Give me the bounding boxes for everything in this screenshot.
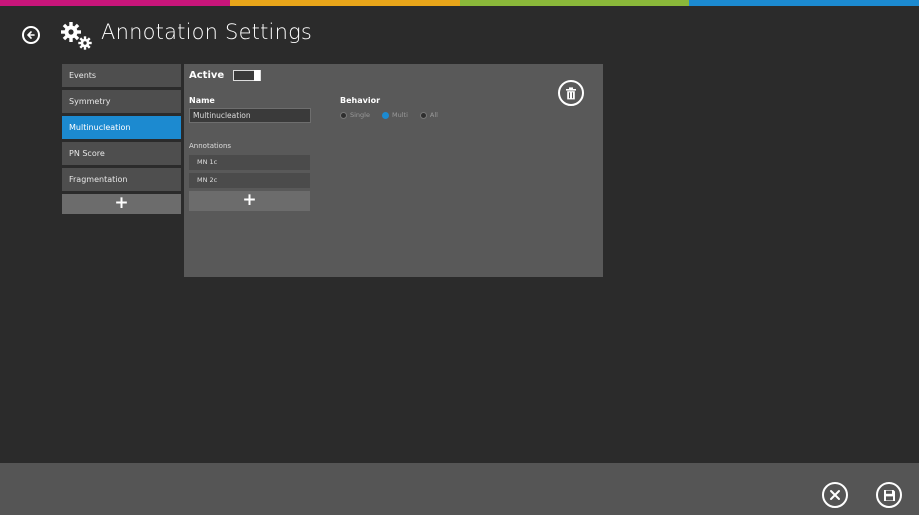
annotation-type-list: Events Symmetry Multinucleation PN Score…: [62, 64, 181, 214]
close-icon: [830, 490, 840, 500]
sidebar-item-events[interactable]: Events: [62, 64, 181, 87]
cancel-button[interactable]: [822, 482, 848, 508]
radio-dot: [419, 111, 427, 119]
radio-label: Multi: [391, 111, 408, 119]
radio-dot: [381, 111, 389, 119]
add-annotation-button[interactable]: +: [189, 191, 310, 211]
behavior-radio-group: Single Multi All: [340, 111, 450, 119]
name-input[interactable]: [189, 108, 311, 123]
behavior-radio-all[interactable]: All: [419, 111, 438, 119]
trash-icon: [566, 86, 576, 99]
save-button[interactable]: [876, 482, 902, 508]
active-label: Active: [189, 70, 225, 81]
radio-dot: [340, 111, 347, 119]
delete-button[interactable]: [558, 80, 584, 106]
list-item[interactable]: MN 1c: [189, 155, 310, 170]
back-button[interactable]: [22, 26, 40, 44]
page-title: Annotation Settings: [101, 20, 313, 44]
list-item[interactable]: MN 2c: [189, 173, 310, 188]
sidebar-item-symmetry[interactable]: Symmetry: [62, 90, 181, 113]
radio-label: Single: [350, 111, 370, 119]
back-arrow-icon: [27, 31, 35, 39]
sidebar-item-multinucleation[interactable]: Multinucleation: [62, 116, 181, 139]
behavior-radio-multi[interactable]: Multi: [381, 111, 408, 119]
active-toggle[interactable]: [233, 70, 261, 81]
behavior-radio-single[interactable]: Single: [340, 111, 370, 119]
annotations-label: Annotations: [189, 142, 232, 150]
sidebar-item-fragmentation[interactable]: Fragmentation: [62, 168, 181, 191]
header: Annotation Settings: [0, 6, 919, 56]
app-bar: [0, 463, 919, 515]
save-icon: [883, 489, 895, 501]
gears-icon: [61, 22, 92, 50]
radio-label: All: [429, 111, 438, 119]
annotation-detail-panel: Active Name Behavior Single Multi All An…: [184, 64, 603, 277]
annotations-list: MN 1c MN 2c +: [189, 155, 310, 211]
add-annotation-type-button[interactable]: +: [62, 194, 181, 214]
toggle-knob: [254, 70, 260, 81]
sidebar-item-pn-score[interactable]: PN Score: [62, 142, 181, 165]
name-label: Name: [189, 96, 215, 105]
behavior-label: Behavior: [340, 96, 381, 105]
